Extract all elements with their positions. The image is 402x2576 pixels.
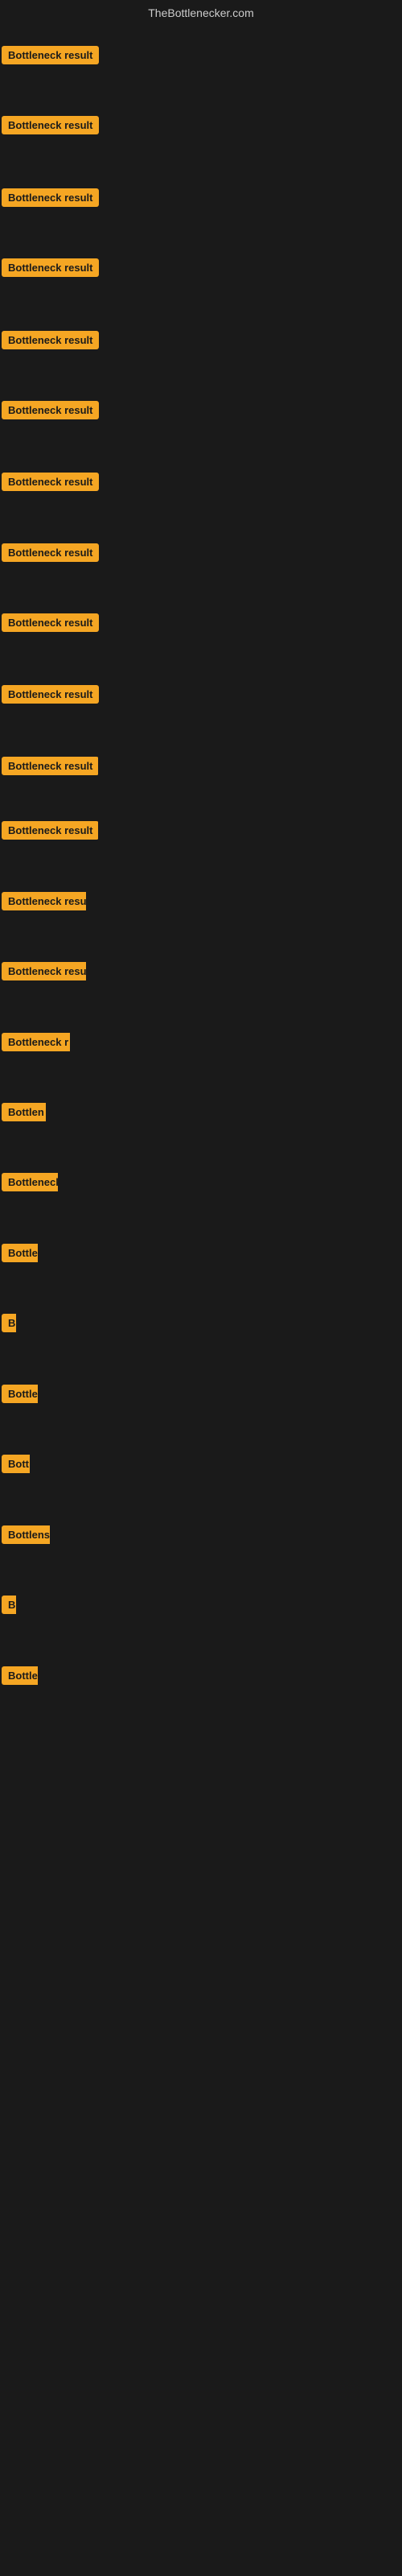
result-row-2: Bottleneck result <box>2 116 99 138</box>
bottleneck-badge-4[interactable]: Bottleneck result <box>2 258 99 277</box>
bottleneck-badge-2[interactable]: Bottleneck result <box>2 116 99 134</box>
bottleneck-badge-5[interactable]: Bottleneck result <box>2 331 99 349</box>
result-row-14: Bottleneck resu <box>2 962 86 985</box>
bottleneck-badge-7[interactable]: Bottleneck result <box>2 473 99 491</box>
bottleneck-badge-12[interactable]: Bottleneck result <box>2 821 98 840</box>
bottleneck-badge-24[interactable]: Bottle <box>2 1666 38 1685</box>
bottleneck-badge-23[interactable]: B <box>2 1596 16 1614</box>
page-wrapper: TheBottlenecker.com Bottleneck result Bo… <box>0 0 402 2576</box>
bottleneck-badge-11[interactable]: Bottleneck result <box>2 757 98 775</box>
result-row-6: Bottleneck result <box>2 401 99 423</box>
result-row-24: Bottle <box>2 1666 38 1689</box>
bottleneck-badge-6[interactable]: Bottleneck result <box>2 401 99 419</box>
result-row-4: Bottleneck result <box>2 258 99 281</box>
site-title: TheBottlenecker.com <box>0 0 402 23</box>
bottleneck-badge-21[interactable]: Bott <box>2 1455 30 1473</box>
result-row-18: Bottle <box>2 1244 38 1266</box>
result-row-11: Bottleneck result <box>2 757 98 779</box>
bottleneck-badge-16[interactable]: Bottlen <box>2 1103 46 1121</box>
result-row-17: Bottleneck <box>2 1173 58 1195</box>
bottleneck-badge-17[interactable]: Bottleneck <box>2 1173 58 1191</box>
bottleneck-badge-10[interactable]: Bottleneck result <box>2 685 99 704</box>
bottleneck-badge-14[interactable]: Bottleneck resu <box>2 962 86 980</box>
result-row-9: Bottleneck result <box>2 613 99 636</box>
result-row-5: Bottleneck result <box>2 331 99 353</box>
result-row-12: Bottleneck result <box>2 821 98 844</box>
result-row-15: Bottleneck r <box>2 1033 70 1055</box>
result-row-13: Bottleneck resu <box>2 892 86 914</box>
result-row-19: B <box>2 1314 16 1336</box>
bottleneck-badge-20[interactable]: Bottle <box>2 1385 38 1403</box>
result-row-20: Bottle <box>2 1385 38 1407</box>
result-row-23: B <box>2 1596 16 1618</box>
result-row-3: Bottleneck result <box>2 188 99 211</box>
result-row-16: Bottlen <box>2 1103 46 1125</box>
bottleneck-badge-8[interactable]: Bottleneck result <box>2 543 99 562</box>
result-row-22: Bottlens <box>2 1525 50 1548</box>
bottleneck-badge-15[interactable]: Bottleneck r <box>2 1033 70 1051</box>
bottleneck-badge-9[interactable]: Bottleneck result <box>2 613 99 632</box>
result-row-8: Bottleneck result <box>2 543 99 566</box>
result-row-7: Bottleneck result <box>2 473 99 495</box>
result-row-1: Bottleneck result <box>2 46 99 68</box>
bottleneck-badge-18[interactable]: Bottle <box>2 1244 38 1262</box>
bottleneck-badge-3[interactable]: Bottleneck result <box>2 188 99 207</box>
bottleneck-badge-13[interactable]: Bottleneck resu <box>2 892 86 910</box>
bottleneck-badge-19[interactable]: B <box>2 1314 16 1332</box>
bottleneck-badge-1[interactable]: Bottleneck result <box>2 46 99 64</box>
result-row-10: Bottleneck result <box>2 685 99 708</box>
bottleneck-badge-22[interactable]: Bottlens <box>2 1525 50 1544</box>
result-row-21: Bott <box>2 1455 30 1477</box>
